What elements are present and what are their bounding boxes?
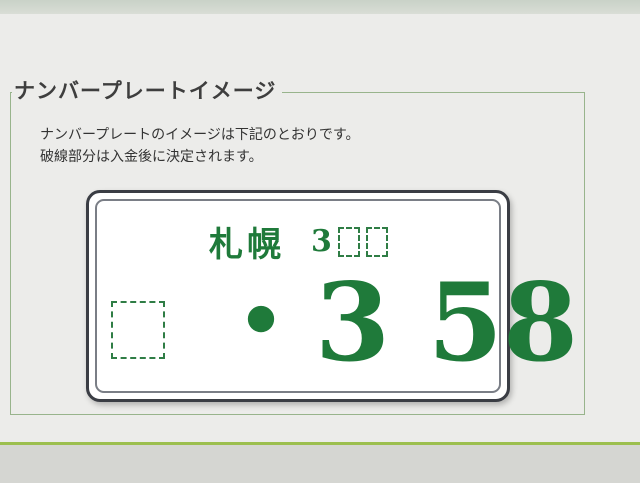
bottom-bar: [0, 442, 640, 483]
pending-class-digit-2: [365, 226, 388, 257]
plate-class-prefix: 3: [311, 224, 332, 259]
top-strip: [0, 0, 640, 14]
plate-region: 札幌: [209, 225, 285, 265]
description-line-1: ナンバープレートのイメージは下記のとおりです。: [40, 127, 360, 143]
license-plate: 札幌 3 ・3 58: [86, 190, 578, 402]
description-line-2: 破線部分は入金後に決定されます。: [40, 149, 263, 165]
plate-number: ・3 58: [207, 260, 579, 386]
description: ナンバープレートのイメージは下記のとおりです。 破線部分は入金後に決定されます。: [40, 124, 359, 168]
section-title: ナンバープレートイメージ: [12, 75, 283, 105]
plate-top-row: 札幌 3: [209, 217, 388, 266]
pending-class-digit-1: [337, 226, 360, 257]
pending-hiragana-slot: [111, 301, 165, 359]
